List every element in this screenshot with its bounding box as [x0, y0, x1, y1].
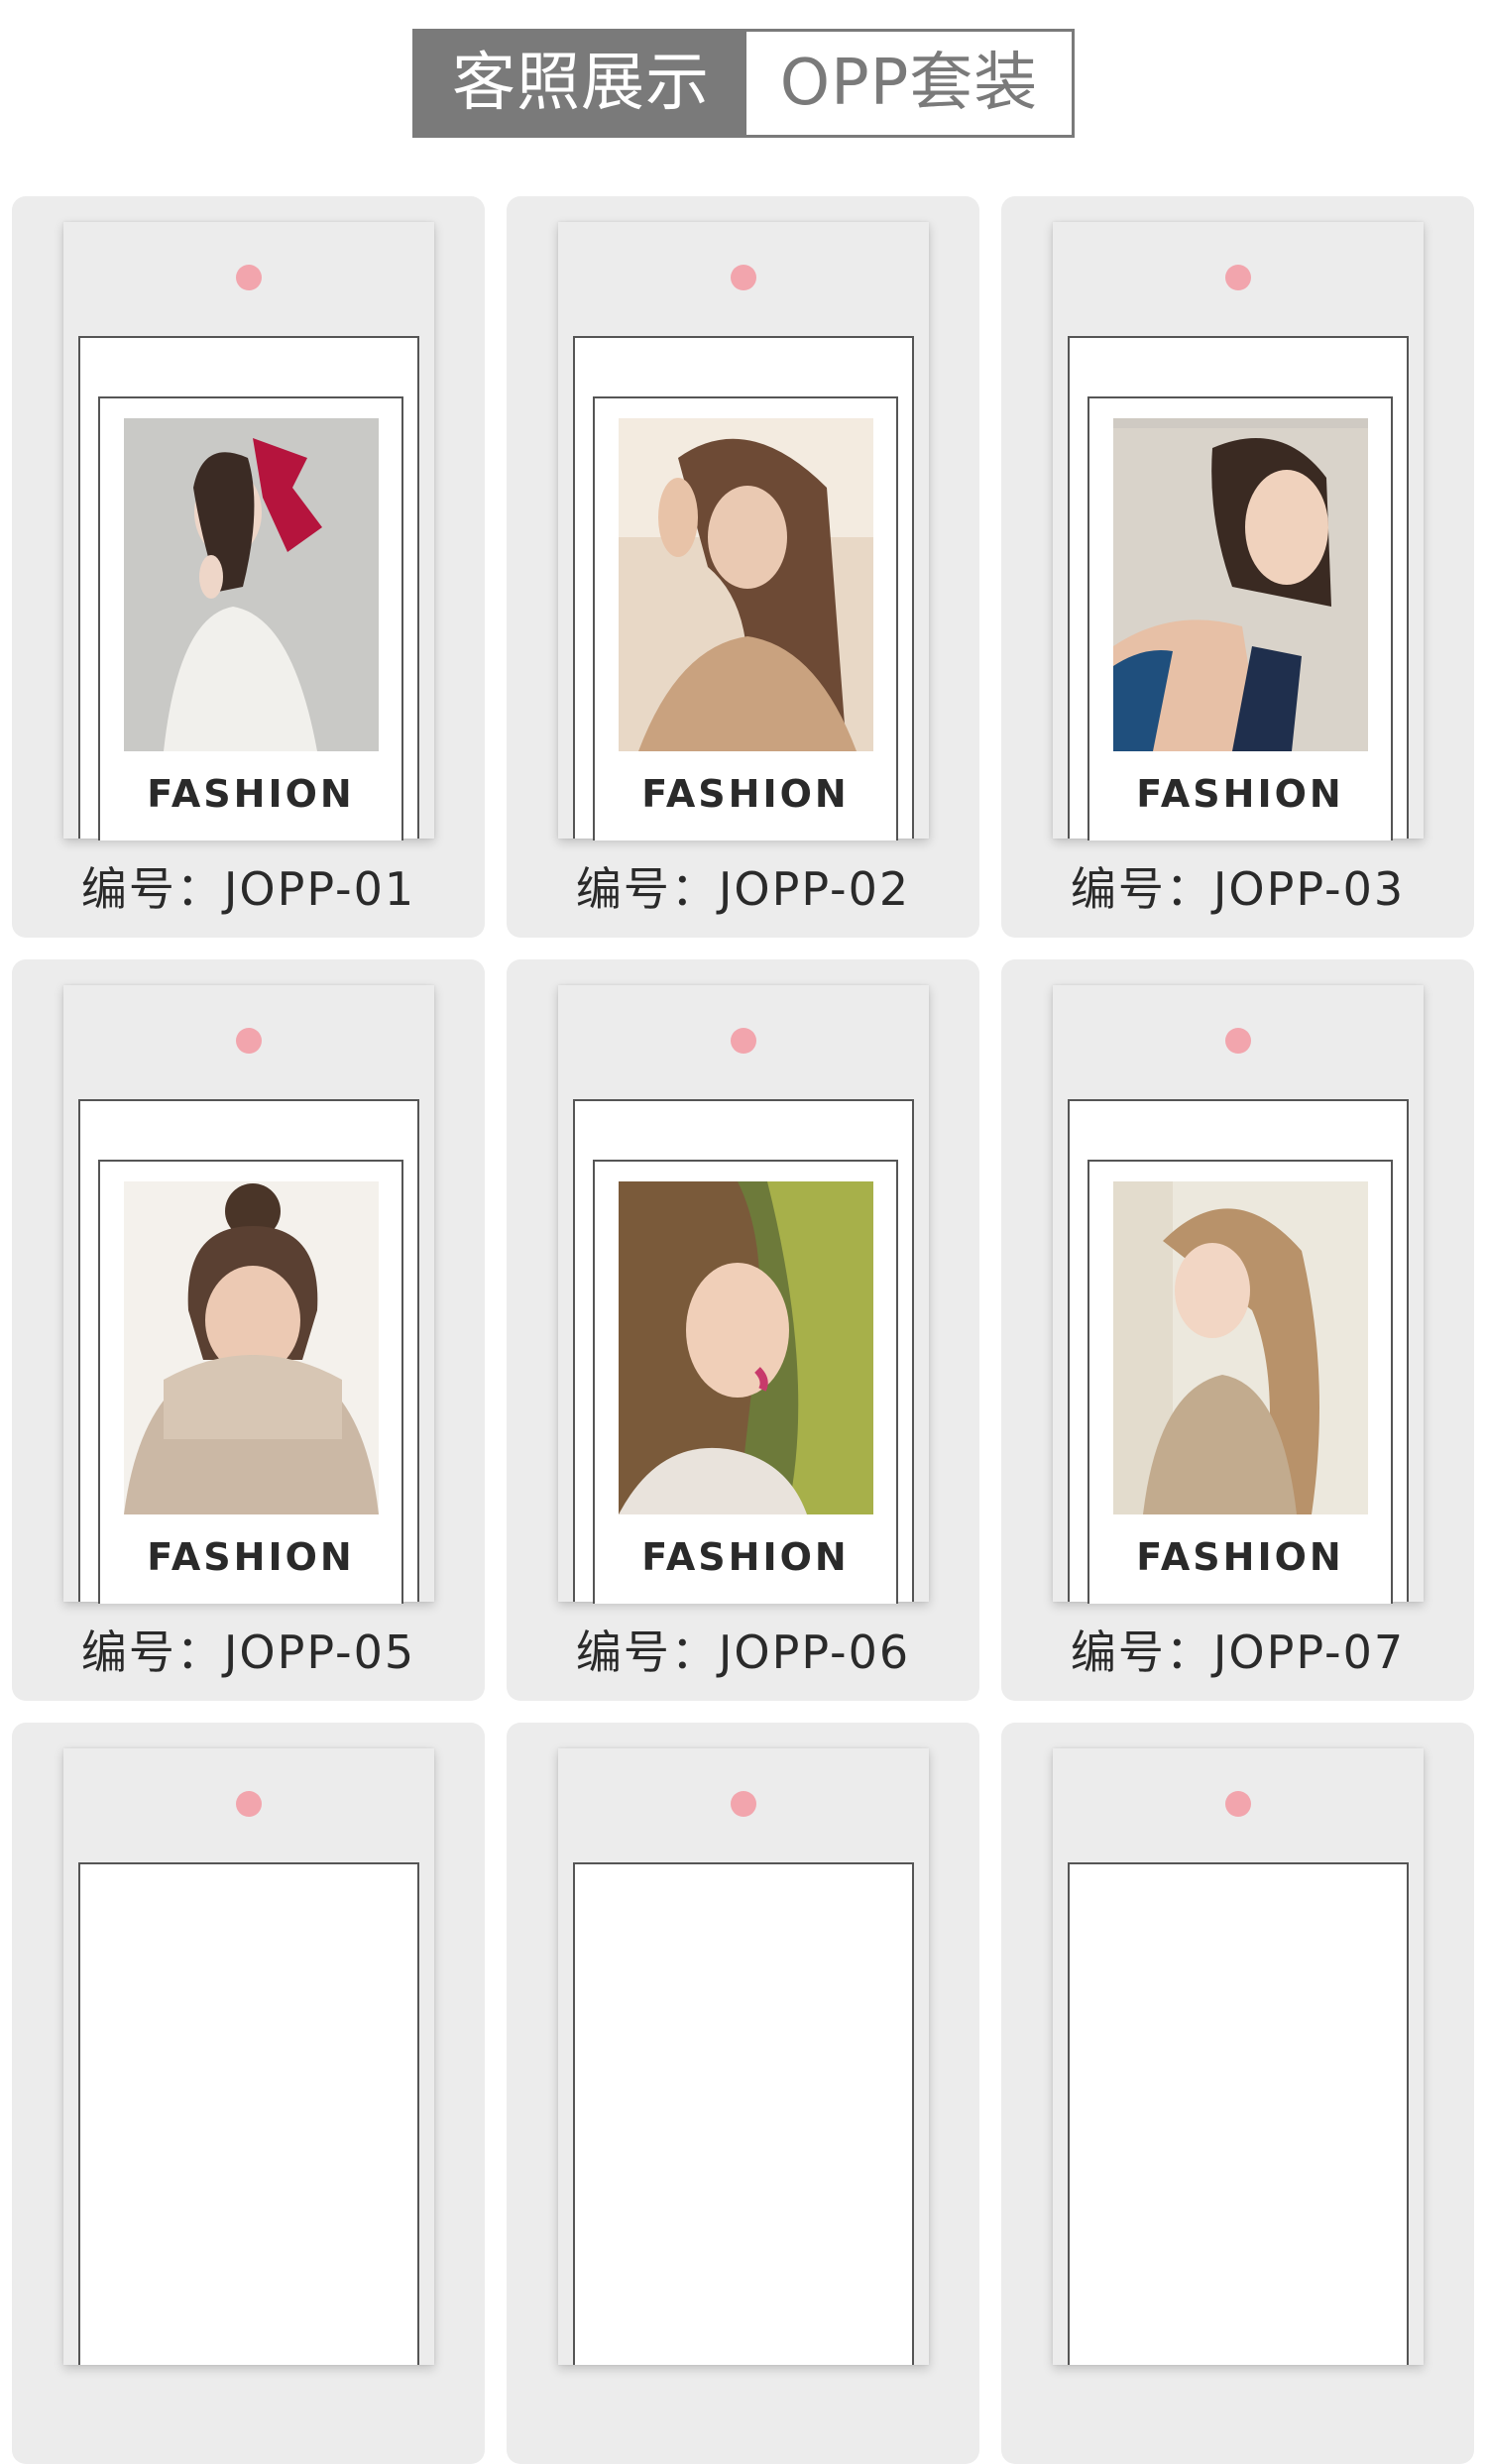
product-card[interactable]: FASHION 编号：JOPP-01: [12, 196, 485, 938]
hang-hole: [1225, 1028, 1251, 1054]
hang-hole: [236, 1791, 262, 1817]
hang-tag: FASHION: [558, 985, 929, 1604]
brand-label: FASHION: [1136, 1535, 1344, 1579]
opp-sleeve: FASHION: [573, 336, 914, 840]
model-photo[interactable]: [1113, 418, 1368, 751]
product-card[interactable]: [1001, 1723, 1474, 2464]
model-photo[interactable]: [619, 1181, 873, 1514]
product-code: 编号：JOPP-01: [80, 862, 416, 916]
product-card[interactable]: FASHION 编号：JOPP-05: [12, 959, 485, 1701]
hang-tag: FASHION: [63, 985, 434, 1604]
photo-card: FASHION: [98, 1160, 403, 1604]
hang-tag: FASHION: [63, 222, 434, 840]
model-photo[interactable]: [619, 418, 873, 751]
product-card[interactable]: [507, 1723, 979, 2464]
hang-tag: [63, 1748, 434, 2365]
opp-sleeve: FASHION: [78, 336, 419, 840]
product-code: 编号：JOPP-02: [575, 862, 911, 916]
model-photo[interactable]: [1113, 1181, 1368, 1514]
photo-card: FASHION: [1087, 1160, 1393, 1604]
brand-label: FASHION: [641, 772, 850, 816]
hang-tag: FASHION: [1053, 222, 1424, 840]
product-code: 编号：JOPP-07: [1070, 1625, 1406, 1679]
hang-hole: [236, 265, 262, 290]
model-photo[interactable]: [124, 1181, 379, 1514]
product-grid: FASHION 编号：JOPP-01 FASHION 编号：JOPP-02 FA…: [12, 196, 1475, 2464]
brand-label: FASHION: [147, 772, 355, 816]
opp-sleeve: FASHION: [573, 1099, 914, 1604]
product-code: 编号：JOPP-05: [80, 1625, 416, 1679]
opp-sleeve: FASHION: [1068, 1099, 1409, 1604]
product-card[interactable]: FASHION 编号：JOPP-02: [507, 196, 979, 938]
product-card[interactable]: [12, 1723, 485, 2464]
product-card[interactable]: FASHION 编号：JOPP-07: [1001, 959, 1474, 1701]
hang-hole: [731, 265, 756, 290]
hang-hole: [1225, 265, 1251, 290]
brand-label: FASHION: [1136, 772, 1344, 816]
hang-hole: [1225, 1791, 1251, 1817]
hang-hole: [731, 1028, 756, 1054]
model-photo[interactable]: [124, 418, 379, 751]
opp-sleeve: [1068, 1862, 1409, 2365]
photo-card: FASHION: [593, 1160, 898, 1604]
photo-card: FASHION: [98, 396, 403, 840]
opp-sleeve: FASHION: [1068, 336, 1409, 840]
tab-opp-set[interactable]: OPP套装: [746, 32, 1072, 135]
opp-sleeve: FASHION: [78, 1099, 419, 1604]
hang-tag: FASHION: [558, 222, 929, 840]
photo-card: FASHION: [593, 396, 898, 840]
opp-sleeve: [573, 1862, 914, 2365]
hang-hole: [236, 1028, 262, 1054]
hang-tag: [558, 1748, 929, 2365]
product-code: 编号：JOPP-06: [575, 1625, 911, 1679]
product-card[interactable]: FASHION 编号：JOPP-06: [507, 959, 979, 1701]
brand-label: FASHION: [147, 1535, 355, 1579]
hang-tag: FASHION: [1053, 985, 1424, 1604]
product-code: 编号：JOPP-03: [1070, 862, 1406, 916]
product-card[interactable]: FASHION 编号：JOPP-03: [1001, 196, 1474, 938]
hang-hole: [731, 1791, 756, 1817]
photo-card: FASHION: [1087, 396, 1393, 840]
opp-sleeve: [78, 1862, 419, 2365]
hang-tag: [1053, 1748, 1424, 2365]
category-tabs: 客照展示 OPP套装: [412, 29, 1075, 138]
tab-customer-photos[interactable]: 客照展示: [415, 32, 746, 135]
brand-label: FASHION: [641, 1535, 850, 1579]
